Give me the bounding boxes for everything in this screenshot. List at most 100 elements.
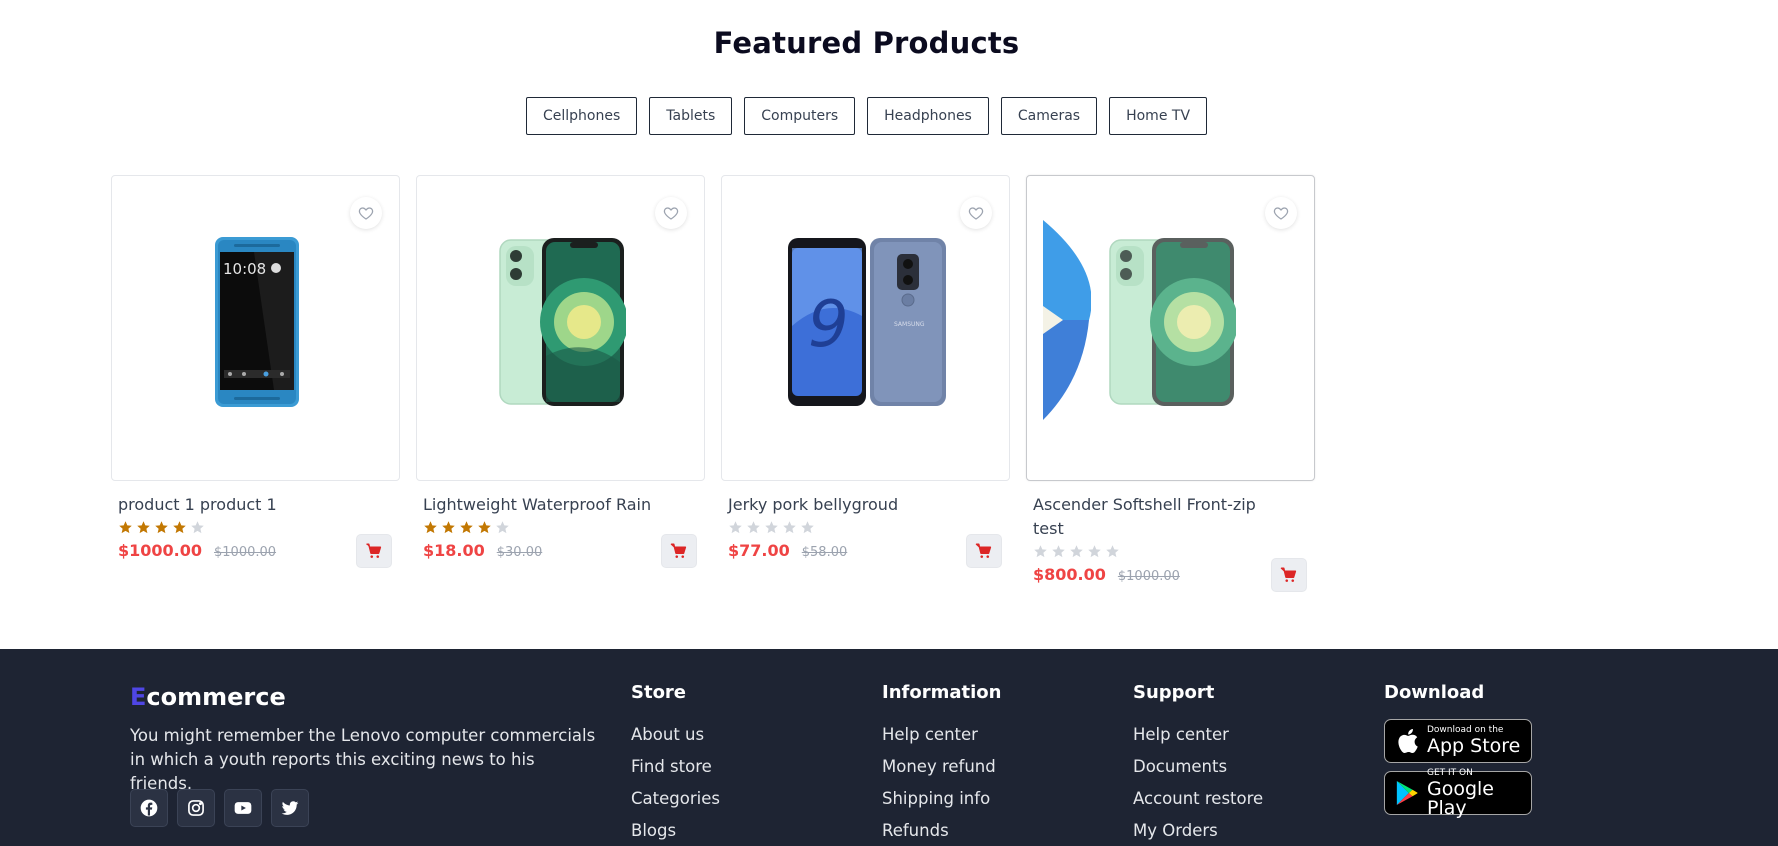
apple-icon — [1398, 729, 1418, 754]
product-image-frame[interactable]: 10:08 — [111, 175, 400, 481]
star-empty-icon — [783, 521, 796, 534]
star-empty-icon — [1070, 545, 1083, 558]
wishlist-button[interactable] — [960, 197, 992, 229]
product-name[interactable]: Ascender Softshell Front-zip test — [1033, 493, 1308, 541]
footer-link[interactable]: My Orders — [1133, 815, 1263, 846]
product-image-iphone-green[interactable] — [1027, 236, 1314, 408]
product-rating — [423, 520, 698, 535]
footer-description: You might remember the Lenovo computer c… — [130, 726, 596, 793]
footer-link[interactable]: Help center — [882, 719, 1001, 751]
product-price: $18.00 — [423, 541, 485, 560]
instagram-link[interactable] — [177, 789, 215, 827]
wishlist-button[interactable] — [1265, 197, 1297, 229]
cart-icon — [670, 543, 687, 558]
wishlist-button[interactable] — [655, 197, 687, 229]
footer-link[interactable]: Money refund — [882, 751, 1001, 783]
star-empty-icon — [191, 521, 204, 534]
footer-link[interactable]: Account restore — [1133, 783, 1263, 815]
footer-link[interactable]: Find store — [631, 751, 720, 783]
google-play-big-text: Google Play — [1427, 777, 1495, 819]
footer-column-title: Information — [882, 682, 1002, 703]
product-image-frame[interactable] — [416, 175, 705, 481]
add-to-cart-button[interactable] — [356, 534, 392, 568]
product-image-frame[interactable]: 9 SAMSUNG — [721, 175, 1010, 481]
footer-link[interactable]: Help center — [1133, 719, 1263, 751]
footer-column-download: Download Download on the App Store GET I… — [1384, 682, 1532, 823]
product-price: $77.00 — [728, 541, 790, 560]
svg-text:SAMSUNG: SAMSUNG — [894, 321, 925, 328]
star-empty-icon — [496, 521, 509, 534]
product-card[interactable]: 9 SAMSUNG Jerky pork bellygroud $77.00 $… — [721, 175, 1010, 584]
add-to-cart-button[interactable] — [1271, 558, 1307, 592]
svg-text:10:08: 10:08 — [223, 260, 266, 278]
product-image-iphone-green[interactable] — [417, 236, 704, 408]
product-name[interactable]: product 1 product 1 — [118, 493, 393, 517]
product-rating — [1033, 544, 1308, 559]
filter-cameras[interactable]: Cameras — [1000, 97, 1098, 135]
filter-home-tv[interactable]: Home TV — [1109, 97, 1208, 135]
footer-column-information: Information Help center Money refund Shi… — [882, 682, 1001, 846]
app-store-badge[interactable]: Download on the App Store — [1384, 719, 1532, 763]
product-old-price: $1000.00 — [1117, 569, 1180, 584]
google-play-badge[interactable]: GET IT ON Google Play — [1384, 767, 1532, 819]
section-title: Featured Products — [713, 26, 1020, 60]
google-play-small-text: GET IT ON — [1427, 767, 1473, 778]
product-old-price: $58.00 — [801, 545, 848, 560]
heart-icon — [968, 207, 984, 220]
category-filters: Cellphones Tablets Computers Headphones … — [0, 97, 1733, 135]
twitter-icon — [281, 801, 299, 815]
app-store-big-text: App Store — [1427, 735, 1521, 757]
social-links — [130, 789, 309, 827]
footer-link[interactable]: Shipping info — [882, 783, 1001, 815]
footer-column-title: Support — [1133, 682, 1215, 703]
instagram-icon — [188, 800, 204, 816]
product-old-price: $1000.00 — [214, 545, 277, 560]
filter-headphones[interactable]: Headphones — [867, 97, 989, 135]
google-play-icon — [1396, 781, 1418, 805]
footer-link[interactable]: Blogs — [631, 815, 720, 846]
add-to-cart-button[interactable] — [661, 534, 697, 568]
footer-logo[interactable]: Ecommerce — [130, 683, 286, 711]
facebook-icon — [140, 799, 158, 817]
product-price: $800.00 — [1033, 565, 1106, 584]
star-filled-icon — [478, 521, 491, 534]
heart-icon — [663, 207, 679, 220]
star-empty-icon — [729, 521, 742, 534]
footer-column-title: Download — [1384, 682, 1485, 703]
facebook-link[interactable] — [130, 789, 168, 827]
star-empty-icon — [765, 521, 778, 534]
filter-cellphones[interactable]: Cellphones — [525, 97, 638, 135]
heart-icon — [358, 207, 374, 220]
star-empty-icon — [1034, 545, 1047, 558]
star-empty-icon — [1106, 545, 1119, 558]
footer-link[interactable]: Refunds — [882, 815, 1001, 846]
cart-icon — [1280, 567, 1297, 582]
filter-computers[interactable]: Computers — [744, 97, 856, 135]
product-rating — [118, 520, 393, 535]
add-to-cart-button[interactable] — [966, 534, 1002, 568]
product-card[interactable]: Lightweight Waterproof Rain $18.00 $30.0… — [416, 175, 705, 584]
wishlist-button[interactable] — [350, 197, 382, 229]
filter-tablets[interactable]: Tablets — [649, 97, 733, 135]
twitter-link[interactable] — [271, 789, 309, 827]
footer-link[interactable]: About us — [631, 719, 720, 751]
product-image-htc-phone[interactable]: 10:08 — [112, 236, 399, 408]
star-filled-icon — [119, 521, 132, 534]
product-card[interactable]: Ascender Softshell Front-zip test $800.0… — [1026, 175, 1315, 592]
cart-icon — [975, 543, 992, 558]
product-old-price: $30.00 — [496, 545, 543, 560]
product-image-frame[interactable] — [1026, 175, 1315, 481]
star-filled-icon — [173, 521, 186, 534]
footer-link[interactable]: Categories — [631, 783, 720, 815]
product-name[interactable]: Jerky pork bellygroud — [728, 493, 1003, 517]
footer-link[interactable]: Documents — [1133, 751, 1263, 783]
star-empty-icon — [1052, 545, 1065, 558]
youtube-link[interactable] — [224, 789, 262, 827]
product-name[interactable]: Lightweight Waterproof Rain — [423, 493, 698, 517]
product-card[interactable]: 10:08 product 1 product 1 $1000.00 $1000… — [111, 175, 400, 584]
product-price: $1000.00 — [118, 541, 203, 560]
star-filled-icon — [442, 521, 455, 534]
svg-text:9: 9 — [808, 288, 849, 362]
product-image-galaxy-s9[interactable]: 9 SAMSUNG — [722, 236, 1009, 408]
star-filled-icon — [424, 521, 437, 534]
